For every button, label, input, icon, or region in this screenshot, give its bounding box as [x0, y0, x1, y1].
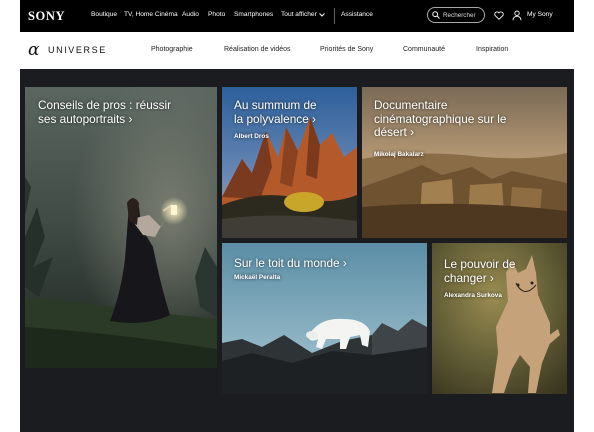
tab-inspiration[interactable]: Inspiration [476, 46, 508, 53]
alpha-universe-bar: α UNIVERSE Photographie Réalisation de v… [20, 32, 574, 69]
card-author: Mikolaj Bakalarz [374, 151, 424, 158]
card-title[interactable]: Le pouvoir de changer › [444, 257, 516, 285]
search-icon [432, 11, 440, 19]
forest-portrait-image [25, 87, 217, 368]
my-sony-link[interactable]: My Sony [527, 11, 553, 18]
card-author: Mickaël Peralta [234, 274, 281, 281]
sony-top-bar: SONY Boutique TV, Home Cinéma Audio Phot… [20, 0, 574, 32]
alpha-logo-icon[interactable]: α [28, 40, 39, 60]
article-card-desert[interactable]: Documentaire cinématographique sur le dé… [362, 87, 567, 238]
article-card-pouvoir-changer[interactable]: Le pouvoir de changer › Alexandra Surkov… [432, 243, 567, 394]
nav-boutique[interactable]: Boutique [91, 11, 117, 18]
card-title[interactable]: Au summum de la polyvalence › [234, 98, 317, 126]
nav-tout-afficher[interactable]: Tout afficher [281, 11, 317, 18]
universe-wordmark[interactable]: UNIVERSE [48, 45, 107, 55]
tab-realisation-videos[interactable]: Réalisation de vidéos [224, 46, 291, 53]
article-card-autoportraits[interactable]: Conseils de pros : réussir ses autoportr… [25, 87, 217, 368]
nav-divider [334, 8, 335, 24]
nav-tv-home-cinema[interactable]: TV, Home Cinéma [124, 11, 178, 18]
user-icon[interactable] [512, 10, 522, 21]
heart-icon[interactable] [494, 11, 504, 20]
page-frame: SONY Boutique TV, Home Cinéma Audio Phot… [20, 0, 574, 432]
tab-priorites-sony[interactable]: Priorités de Sony [320, 46, 373, 53]
card-title[interactable]: Conseils de pros : réussir ses autoportr… [38, 98, 171, 126]
card-title[interactable]: Documentaire cinématographique sur le dé… [374, 98, 506, 140]
nav-assistance[interactable]: Assistance [341, 11, 373, 18]
article-card-toit-du-monde[interactable]: Sur le toit du monde › Mickaël Peralta [222, 243, 427, 394]
card-author: Alexandra Surkova [444, 292, 502, 299]
sony-logo[interactable]: SONY [28, 9, 65, 24]
article-card-polyvalence[interactable]: Au summum de la polyvalence › Albert Dro… [222, 87, 357, 238]
search-input[interactable]: Rechercher [427, 7, 485, 23]
search-placeholder: Rechercher [443, 11, 476, 19]
card-title[interactable]: Sur le toit du monde › [234, 256, 347, 271]
nav-smartphones[interactable]: Smartphones [234, 11, 273, 18]
card-author: Albert Dros [234, 133, 269, 140]
chevron-down-icon[interactable] [319, 13, 325, 17]
nav-photo[interactable]: Photo [208, 11, 225, 18]
nav-audio[interactable]: Audio [182, 11, 199, 18]
tab-communaute[interactable]: Communauté [403, 46, 445, 53]
tab-photographie[interactable]: Photographie [151, 46, 193, 53]
